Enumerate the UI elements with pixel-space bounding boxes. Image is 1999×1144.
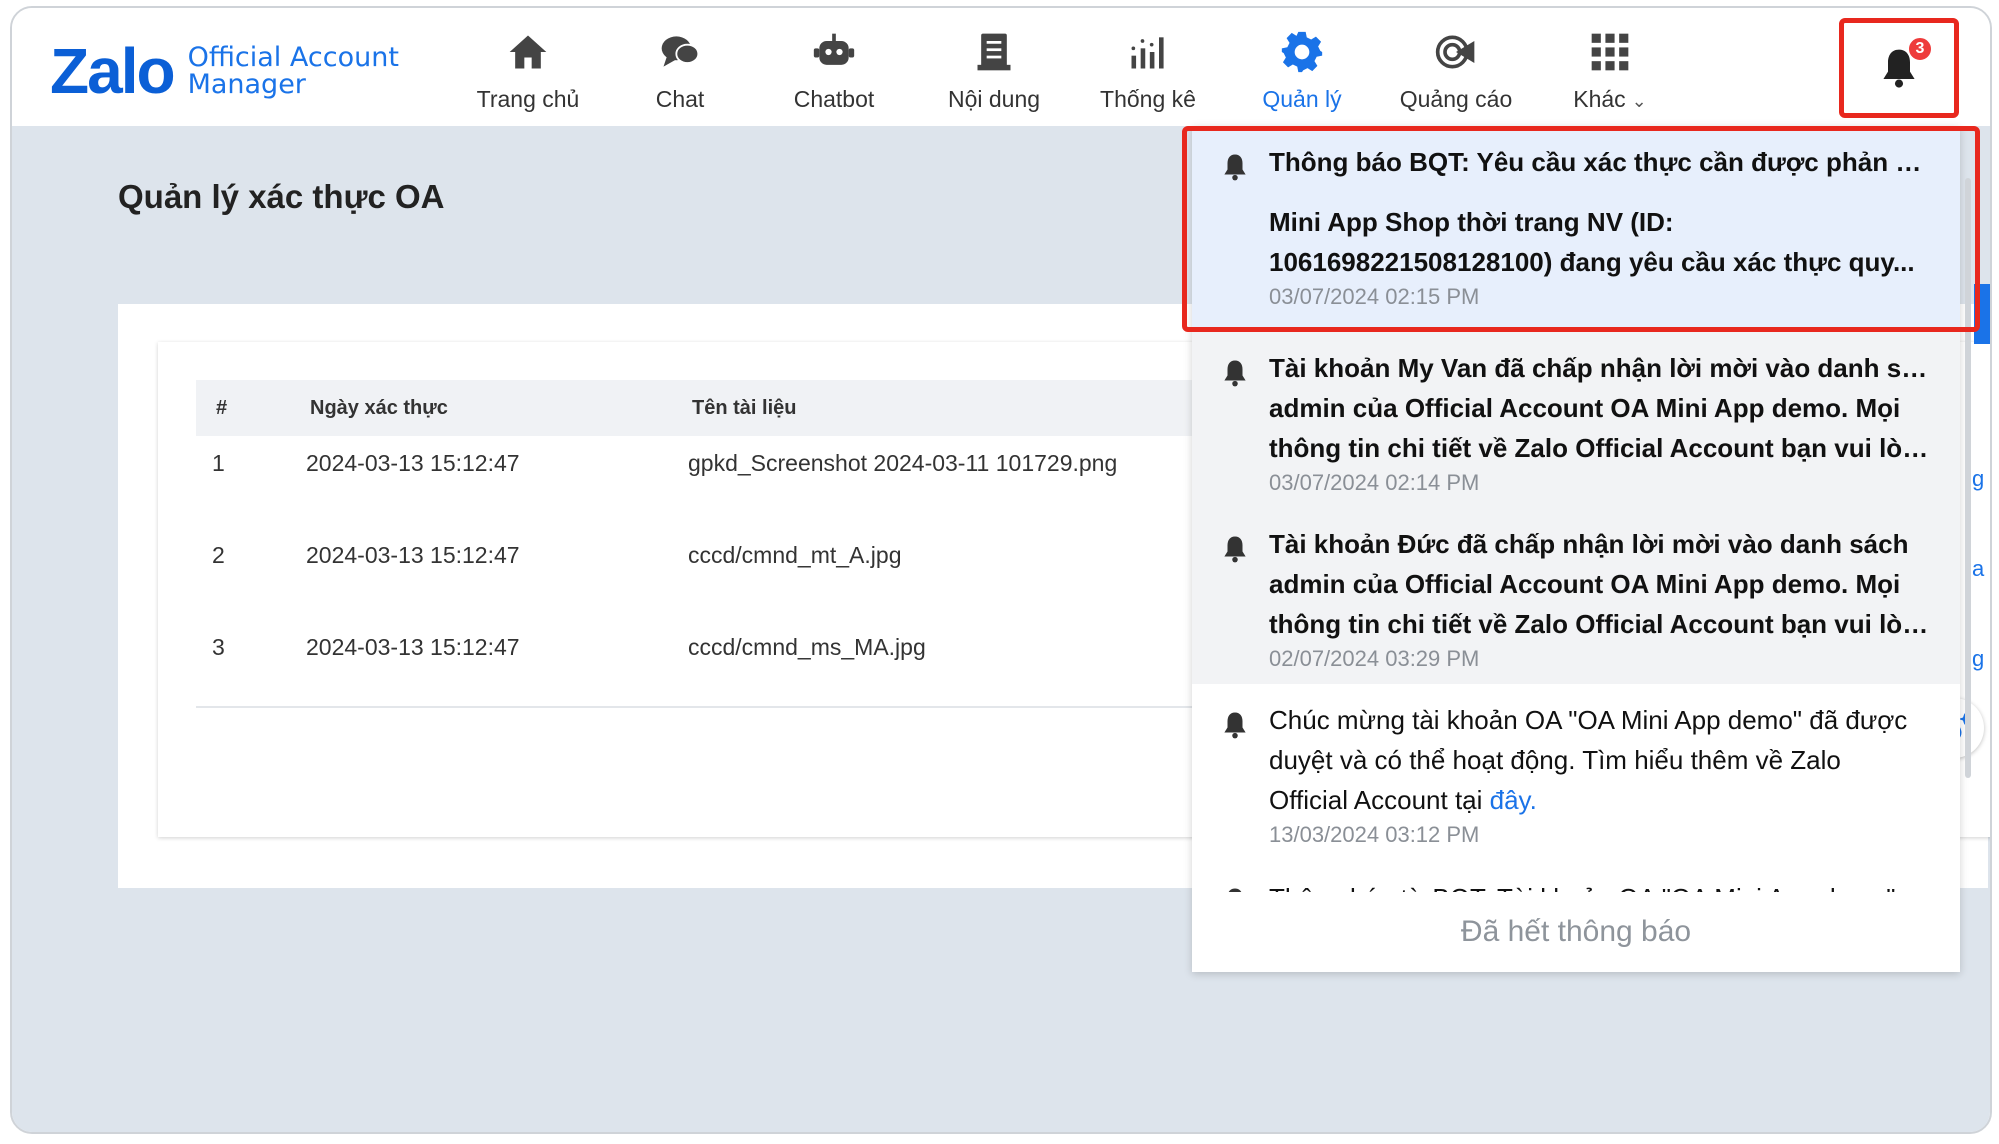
chat-icon (661, 36, 700, 67)
notification-item[interactable]: Thông báo BQT: Yêu cầu xác thực cần được… (1192, 126, 1960, 332)
nav-chatbot[interactable]: Chatbot (764, 30, 904, 120)
notification-line: thông tin chi tiết về Zalo Official Acco… (1269, 433, 1930, 463)
column-header-date: Ngày xác thực (310, 397, 448, 419)
notification-line: Mini App Shop thời trang NV (ID: (1269, 207, 1674, 237)
grid-icon (1591, 33, 1629, 71)
no-more-notifications-text: Đã hết thông báo (1192, 892, 1960, 972)
notification-time: 03/07/2024 02:15 PM (1269, 284, 1480, 309)
document-icon (977, 33, 1011, 71)
bell-icon (1224, 712, 1246, 739)
nav-content[interactable]: Nội dung (924, 30, 1064, 120)
notification-dropdown: Thông báo BQT: Yêu cầu xác thực cần được… (1192, 126, 1960, 972)
partial-text: g (1972, 646, 1985, 671)
row-document[interactable]: cccd/cmnd_mt_A.jpg (688, 542, 901, 569)
notification-title: Thông báo BQT: Yêu cầu xác thực cần được… (1269, 147, 1930, 177)
bell-icon (1224, 360, 1246, 387)
notification-line: admin của Official Account OA Mini App d… (1269, 569, 1901, 599)
zalo-oa-logo[interactable]: Zalo Official Account Manager (50, 36, 399, 106)
notification-line: Chúc mừng tài khoản OA "OA Mini App demo… (1269, 705, 1908, 735)
notification-line: thông tin chi tiết về Zalo Official Acco… (1269, 609, 1930, 639)
partial-primary-button[interactable] (1974, 284, 1990, 344)
notification-item[interactable]: Tài khoản Đức đã chấp nhận lời mời vào d… (1192, 508, 1960, 684)
partial-text: a (1972, 556, 1985, 581)
nav-label: Chatbot (793, 86, 875, 112)
nav-ads[interactable]: Quảng cáo (1386, 30, 1526, 120)
notification-item[interactable]: Tài khoản My Van đã chấp nhận lời mời và… (1192, 332, 1960, 508)
row-index: 2 (212, 542, 225, 568)
notification-line: Thông báo từ BQT: Tài khoản OA "OA Mini … (1269, 878, 1930, 892)
megaphone-icon (1435, 35, 1475, 69)
notification-item[interactable]: Thông báo từ BQT: Tài khoản OA "OA Mini … (1192, 860, 1960, 892)
nav-more[interactable]: Khác ⌄ (1540, 30, 1680, 120)
page-title: Quản lý xác thực OA (118, 178, 445, 215)
logo-wordmark: Zalo (50, 35, 176, 107)
nav-label: Trang chủ (476, 86, 580, 112)
gear-icon (1281, 31, 1323, 73)
notification-time: 13/03/2024 03:12 PM (1269, 822, 1480, 847)
row-document[interactable]: gpkd_Screenshot 2024-03-11 101729.png (688, 450, 1117, 477)
row-date: 2024-03-13 15:12:47 (306, 542, 520, 568)
notification-line: 1061698221508128100) đang yêu cầu xác th… (1269, 247, 1915, 277)
notification-line: admin của Official Account OA Mini App d… (1269, 393, 1901, 423)
notification-time: 02/07/2024 03:29 PM (1269, 646, 1480, 671)
bell-icon (1224, 154, 1246, 181)
logo-subtitle: Official Account Manager (187, 42, 399, 100)
nav-chat[interactable]: Chat (610, 30, 750, 120)
column-header-document: Tên tài liệu (692, 397, 797, 419)
nav-label: Chat (655, 86, 705, 112)
notification-line: Tài khoản My Van đã chấp nhận lời mời và… (1269, 353, 1930, 383)
nav-label: Khác ⌄ (1573, 86, 1647, 112)
partial-text: g (1972, 466, 1985, 491)
notification-item[interactable]: Chúc mừng tài khoản OA "OA Mini App demo… (1192, 684, 1960, 860)
bar-chart-icon (1131, 37, 1164, 69)
browser-frame: Zalo Official Account Manager Trang chủ … (10, 6, 1992, 1134)
column-header-index: # (216, 397, 228, 419)
learn-more-link[interactable]: đây (1490, 785, 1530, 815)
row-date: 2024-03-13 15:12:47 (306, 634, 520, 660)
notification-line: Tài khoản Đức đã chấp nhận lời mời vào d… (1269, 529, 1909, 559)
nav-label: Quảng cáo (1399, 86, 1513, 112)
nav-management[interactable]: Quản lý (1232, 30, 1372, 120)
nav-statistics[interactable]: Thống kê (1078, 30, 1218, 120)
top-navigation-bar: Zalo Official Account Manager Trang chủ … (12, 8, 1990, 127)
nav-label: Nội dung (947, 86, 1041, 112)
row-index: 3 (212, 634, 225, 660)
bell-wrapper: 3 (1877, 36, 1933, 90)
nav-home[interactable]: Trang chủ (458, 30, 598, 120)
notification-time: 03/07/2024 02:14 PM (1269, 470, 1480, 495)
chevron-down-icon: ⌄ (1631, 91, 1647, 111)
nav-label: Quản lý (1262, 86, 1342, 112)
notification-scrollbar[interactable] (1965, 178, 1971, 778)
robot-icon (813, 33, 855, 65)
notification-line: duyệt và có thể hoạt động. Tìm hiểu thêm… (1269, 745, 1841, 775)
row-date: 2024-03-13 15:12:47 (306, 450, 520, 476)
notification-line: Official Account tại đây. (1269, 785, 1537, 815)
notification-bell-button[interactable]: 3 (1839, 18, 1959, 118)
home-icon (509, 35, 547, 69)
bell-icon (1224, 536, 1246, 563)
nav-label: Thống kê (1100, 86, 1196, 112)
row-document[interactable]: cccd/cmnd_ms_MA.jpg (688, 634, 926, 661)
notification-count-badge: 3 (1907, 36, 1933, 62)
row-index: 1 (212, 450, 225, 476)
